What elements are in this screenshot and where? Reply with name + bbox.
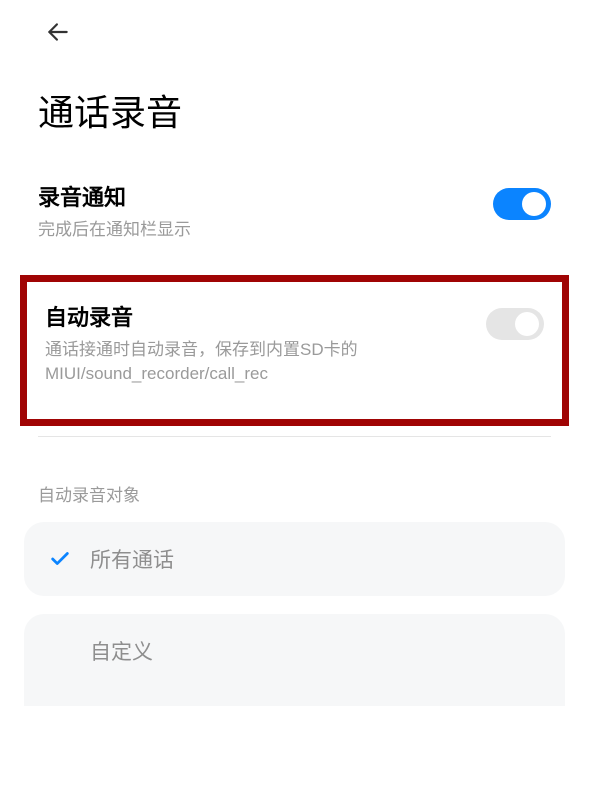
auto-record-highlight: 自动录音 通话接通时自动录音，保存到内置SD卡的MIUI/sound_recor… [20,275,569,426]
option-label: 自定义 [90,636,153,666]
toggle-knob [515,312,539,336]
auto-record-title: 自动录音 [45,300,466,332]
page-title: 通话录音 [0,56,589,168]
arrow-left-icon [45,19,71,45]
notification-setting-row[interactable]: 录音通知 完成后在通知栏显示 [0,168,589,261]
toggle-knob [522,192,546,216]
auto-record-desc: 通话接通时自动录音，保存到内置SD卡的MIUI/sound_recorder/c… [45,338,466,387]
back-button[interactable] [44,18,72,46]
auto-record-setting-row[interactable]: 自动录音 通话接通时自动录音，保存到内置SD卡的MIUI/sound_recor… [27,282,562,419]
check-icon [48,547,72,571]
option-label: 所有通话 [90,544,174,574]
auto-record-toggle[interactable] [486,308,544,340]
option-custom[interactable]: 自定义 [24,614,565,706]
auto-record-target-header: 自动录音对象 [0,437,589,522]
notification-title: 录音通知 [38,180,473,212]
notification-desc: 完成后在通知栏显示 [38,218,473,243]
notification-toggle[interactable] [493,188,551,220]
option-all-calls[interactable]: 所有通话 [24,522,565,596]
